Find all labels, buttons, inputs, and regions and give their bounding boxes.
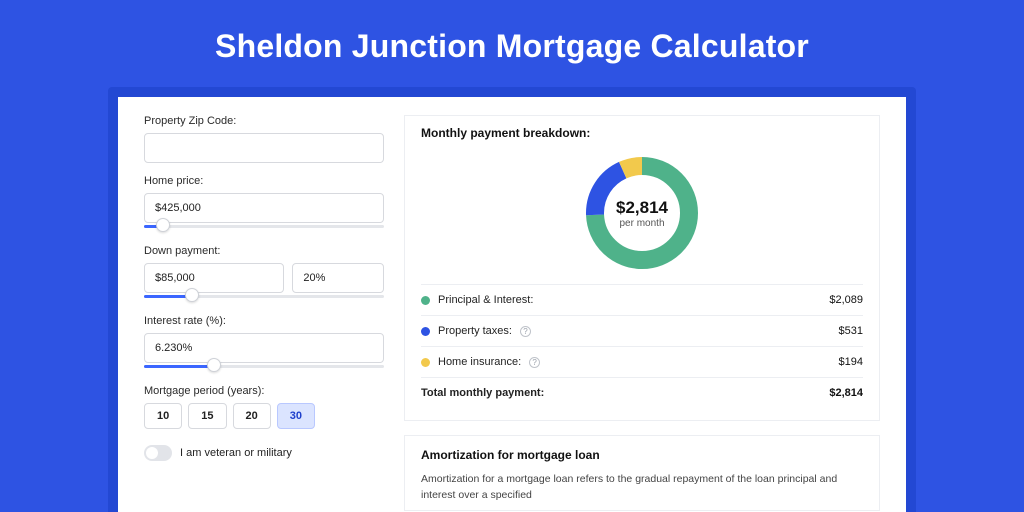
zip-label: Property Zip Code: <box>144 115 384 127</box>
slider-thumb[interactable] <box>207 358 221 372</box>
veteran-label: I am veteran or military <box>180 447 292 459</box>
calculator-shadow: Property Zip Code: Home price: Down paym… <box>108 87 916 512</box>
legend-total-label: Total monthly payment: <box>421 387 544 399</box>
price-group: Home price: <box>144 175 384 233</box>
legend-row-principal: Principal & Interest: $2,089 <box>421 285 863 316</box>
down-pct-input[interactable] <box>292 263 384 293</box>
donut-amount: $2,814 <box>616 198 668 218</box>
page-title: Sheldon Junction Mortgage Calculator <box>0 0 1024 87</box>
down-label: Down payment: <box>144 245 384 257</box>
form-column: Property Zip Code: Home price: Down paym… <box>144 115 384 512</box>
period-option[interactable]: 15 <box>188 403 226 429</box>
legend-label: Home insurance: <box>438 356 521 368</box>
price-label: Home price: <box>144 175 384 187</box>
period-options: 10 15 20 30 <box>144 403 384 429</box>
slider-fill <box>144 365 214 368</box>
donut-center: $2,814 per month <box>581 152 703 274</box>
amortization-title: Amortization for mortgage loan <box>421 448 863 462</box>
dot-icon <box>421 358 430 367</box>
help-icon[interactable]: ? <box>520 326 531 337</box>
slider-thumb[interactable] <box>156 218 170 232</box>
rate-input[interactable] <box>144 333 384 363</box>
legend-total-value: $2,814 <box>829 387 863 399</box>
slider-thumb[interactable] <box>185 288 199 302</box>
legend-label: Property taxes: <box>438 325 512 337</box>
donut-chart-wrap: $2,814 per month <box>421 146 863 284</box>
down-group: Down payment: <box>144 245 384 303</box>
dot-icon <box>421 327 430 336</box>
legend-row-total: Total monthly payment: $2,814 <box>421 378 863 408</box>
amortization-card: Amortization for mortgage loan Amortizat… <box>404 435 880 511</box>
donut-subtext: per month <box>619 218 664 229</box>
period-option[interactable]: 10 <box>144 403 182 429</box>
amortization-body: Amortization for a mortgage loan refers … <box>421 472 863 504</box>
veteran-row: I am veteran or military <box>144 445 384 461</box>
calculator-card: Property Zip Code: Home price: Down paym… <box>118 97 906 512</box>
period-group: Mortgage period (years): 10 15 20 30 <box>144 385 384 429</box>
legend-row-taxes: Property taxes: ? $531 <box>421 316 863 347</box>
down-amount-input[interactable] <box>144 263 284 293</box>
slider-track <box>144 225 384 228</box>
dot-icon <box>421 296 430 305</box>
legend: Principal & Interest: $2,089 Property ta… <box>421 284 863 408</box>
legend-label: Principal & Interest: <box>438 294 533 306</box>
legend-row-insurance: Home insurance: ? $194 <box>421 347 863 378</box>
donut-chart: $2,814 per month <box>581 152 703 274</box>
price-input[interactable] <box>144 193 384 223</box>
help-icon[interactable]: ? <box>529 357 540 368</box>
legend-value: $531 <box>839 325 863 337</box>
veteran-toggle[interactable] <box>144 445 172 461</box>
rate-label: Interest rate (%): <box>144 315 384 327</box>
rate-slider[interactable] <box>144 361 384 373</box>
down-slider[interactable] <box>144 291 384 303</box>
zip-group: Property Zip Code: <box>144 115 384 163</box>
breakdown-column: Monthly payment breakdown: $2,814 per mo… <box>404 115 880 512</box>
price-slider[interactable] <box>144 221 384 233</box>
breakdown-card: Monthly payment breakdown: $2,814 per mo… <box>404 115 880 421</box>
period-option-selected[interactable]: 30 <box>277 403 315 429</box>
toggle-knob <box>146 447 158 459</box>
zip-input[interactable] <box>144 133 384 163</box>
period-option[interactable]: 20 <box>233 403 271 429</box>
rate-group: Interest rate (%): <box>144 315 384 373</box>
legend-value: $194 <box>839 356 863 368</box>
legend-value: $2,089 <box>829 294 863 306</box>
period-label: Mortgage period (years): <box>144 385 384 397</box>
breakdown-title: Monthly payment breakdown: <box>421 126 863 140</box>
